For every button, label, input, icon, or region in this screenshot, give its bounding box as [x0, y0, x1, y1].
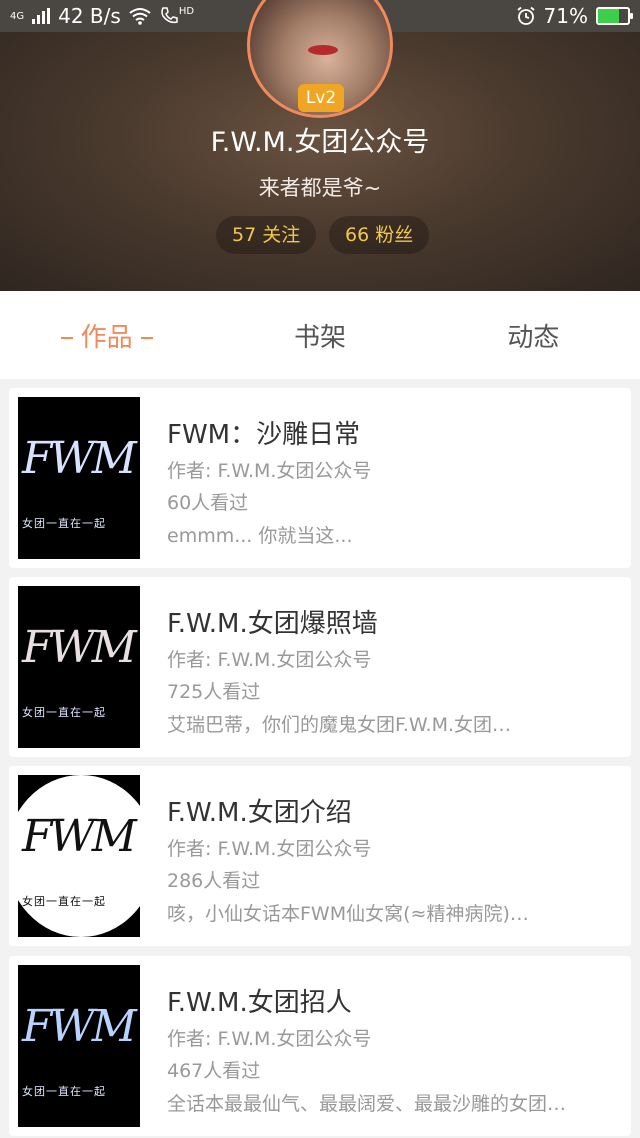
work-author: 作者: F.W.M.女团公众号 — [167, 649, 372, 671]
network-type: 4G — [10, 10, 25, 22]
following-count-button[interactable]: 57 关注 — [216, 216, 317, 254]
work-description: 全话本最最仙气、最最阔爱、最最沙雕的女团… — [167, 1093, 567, 1115]
work-title: F.W.M.女团爆照墙 — [167, 609, 378, 639]
work-cover: FWM 女团一直在一起 — [18, 775, 140, 937]
work-card[interactable]: FWM 女团一直在一起 F.W.M.女团招人 作者: F.W.M.女团公众号 4… — [9, 956, 631, 1136]
work-card[interactable]: FWM 女团一直在一起 FWM：沙雕日常 作者: F.W.M.女团公众号 60人… — [9, 388, 631, 568]
work-description: 艾瑞巴蒂，你们的魔鬼女团F.W.M.女团… — [167, 714, 511, 736]
fans-count-button[interactable]: 66 粉丝 — [329, 216, 430, 254]
call-icon — [161, 7, 178, 24]
tab-bookshelf-label: 书架 — [293, 322, 346, 353]
work-cover: FWM 女团一直在一起 — [18, 965, 140, 1127]
cover-subtitle: 女团一直在一起 — [22, 517, 106, 530]
tab-activity[interactable]: 动态 — [427, 317, 640, 354]
hd-badge: HD — [178, 5, 195, 17]
tab-works[interactable]: 作品 — [0, 317, 213, 354]
work-title: F.W.M.女团介绍 — [167, 798, 352, 828]
work-card[interactable]: FWM 女团一直在一起 F.W.M.女团爆照墙 作者: F.W.M.女团公众号 … — [9, 577, 631, 757]
cover-logo: FWM — [22, 1001, 137, 1052]
work-card[interactable]: FWM 女团一直在一起 F.W.M.女团介绍 作者: F.W.M.女团公众号 2… — [9, 766, 631, 946]
battery-percent: 71% — [543, 4, 588, 28]
tab-indicator-left — [60, 337, 73, 339]
work-description: emmm... 你就当这... — [167, 525, 353, 547]
work-description: 咳，小仙女话本FWM仙女窝(≈精神病院)… — [167, 903, 529, 925]
work-cover: FWM 女团一直在一起 — [18, 586, 140, 748]
cover-subtitle: 女团一直在一起 — [22, 706, 106, 719]
cover-logo: FWM — [22, 433, 137, 484]
work-author: 作者: F.W.M.女团公众号 — [167, 1028, 372, 1050]
work-views: 60人看过 — [167, 492, 249, 514]
level-badge: Lv2 — [298, 84, 344, 112]
work-author: 作者: F.W.M.女团公众号 — [167, 460, 372, 482]
wifi-icon — [129, 8, 151, 25]
work-author: 作者: F.W.M.女团公众号 — [167, 838, 372, 860]
tab-works-label: 作品 — [80, 322, 133, 353]
alarm-icon — [516, 6, 535, 25]
cover-logo: FWM — [22, 622, 137, 673]
profile-motto: 来者都是爷~ — [258, 176, 382, 200]
work-views: 725人看过 — [167, 681, 261, 703]
tab-indicator-right — [140, 337, 153, 339]
cover-subtitle: 女团一直在一起 — [22, 1085, 106, 1098]
work-title: FWM：沙雕日常 — [167, 420, 361, 450]
profile-header: Lv2 F.W.M.女团公众号 来者都是爷~ 57 关注 66 粉丝 — [0, 0, 640, 291]
tab-bookshelf[interactable]: 书架 — [213, 317, 426, 354]
cover-logo: FWM — [22, 811, 137, 862]
profile-tabs: 作品 书架 动态 — [0, 291, 640, 379]
profile-name: F.W.M.女团公众号 — [210, 127, 430, 158]
avatar-image — [308, 45, 338, 55]
work-views: 467人看过 — [167, 1060, 261, 1082]
tab-activity-label: 动态 — [507, 322, 560, 353]
work-title: F.W.M.女团招人 — [167, 988, 352, 1018]
network-speed: 42 B/s — [58, 4, 121, 28]
battery-level — [598, 9, 620, 23]
work-views: 286人看过 — [167, 870, 261, 892]
work-cover: FWM 女团一直在一起 — [18, 397, 140, 559]
cover-subtitle: 女团一直在一起 — [22, 895, 106, 908]
battery-icon — [596, 7, 633, 25]
signal-icon — [32, 8, 51, 24]
